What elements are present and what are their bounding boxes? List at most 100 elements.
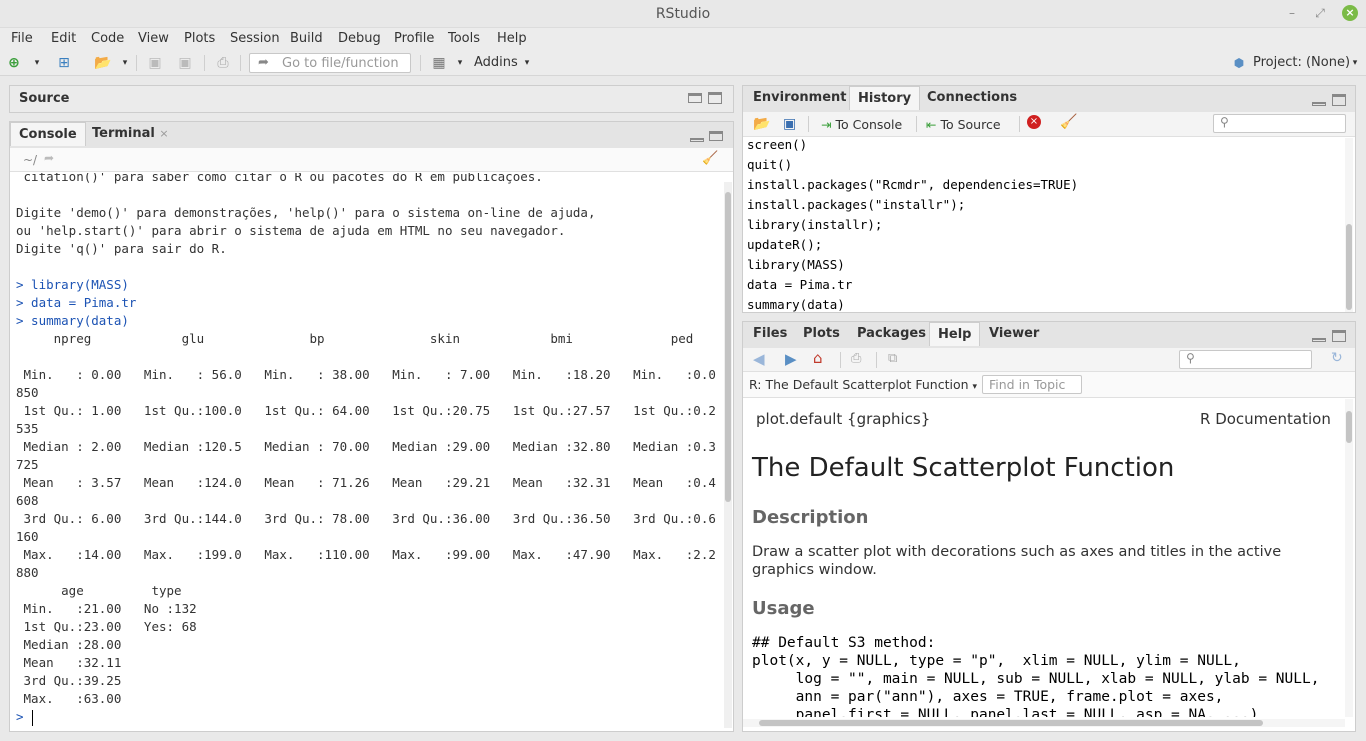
history-item[interactable]: updateR(); (747, 237, 822, 252)
console-scroll-thumb[interactable] (725, 192, 731, 502)
title-bar: RStudio – ⤢ × (0, 0, 1366, 28)
console-pane: Console Terminal × ~/ ➦ 🧹 citation()' pa… (9, 121, 734, 732)
delete-history-icon[interactable]: × (1027, 115, 1041, 129)
tab-terminal[interactable]: Terminal × (84, 122, 177, 146)
history-item[interactable]: install.packages("Rcmdr", dependencies=T… (747, 177, 1078, 192)
menu-edit[interactable]: Edit (51, 31, 76, 46)
save-icon[interactable]: ▣ (146, 54, 164, 72)
chevron-down-icon[interactable]: ▾ (451, 54, 469, 72)
maximize-pane-icon[interactable] (708, 92, 722, 104)
project-menu[interactable]: Project: (None) (1253, 55, 1350, 70)
tab-console[interactable]: Console (10, 122, 86, 146)
open-file-icon[interactable]: 📂 (94, 54, 112, 72)
goto-dir-icon[interactable]: ➦ (44, 151, 54, 165)
tab-viewer[interactable]: Viewer (981, 322, 1047, 346)
chevron-down-icon[interactable]: ▾ (28, 54, 46, 72)
restore-pane-icon[interactable] (709, 131, 723, 141)
tab-packages[interactable]: Packages (849, 322, 934, 346)
home-icon[interactable]: ⌂ (813, 349, 823, 367)
restore-icon[interactable]: ⤢ (1312, 5, 1328, 21)
menu-build[interactable]: Build (290, 31, 323, 46)
grid-layout-icon[interactable]: ▦ (430, 54, 448, 72)
maximize-pane-icon[interactable] (1332, 94, 1346, 106)
maximize-pane-icon[interactable] (1332, 330, 1346, 342)
goto-file-input[interactable]: ➦ Go to file/function (249, 53, 411, 73)
minimize-pane-icon[interactable] (1312, 338, 1326, 342)
save-history-icon[interactable]: ▣ (783, 116, 796, 132)
refresh-icon[interactable]: ↻ (1331, 350, 1343, 366)
find-in-topic-input[interactable]: Find in Topic (982, 375, 1082, 394)
load-history-icon[interactable]: 📂 (753, 116, 770, 132)
search-icon: ⚲ (1186, 351, 1195, 365)
history-item[interactable]: quit() (747, 157, 792, 172)
clear-console-icon[interactable]: 🧹 (702, 151, 718, 166)
tab-history[interactable]: History (849, 86, 921, 110)
history-scrollbar[interactable] (1345, 138, 1353, 312)
tab-help[interactable]: Help (929, 322, 981, 346)
print-icon[interactable]: ⎙ (214, 54, 232, 72)
help-v-scrollbar[interactable] (1345, 399, 1353, 717)
history-search-input[interactable]: ⚲ (1213, 114, 1346, 133)
addins-button[interactable]: Addins (474, 55, 518, 70)
print-icon[interactable]: ⎙ (851, 351, 861, 366)
console-line: age type (16, 583, 182, 598)
help-tabbar: Files Plots Packages Help Viewer (743, 322, 1355, 348)
restore-pane-icon[interactable] (688, 93, 702, 103)
tab-plots[interactable]: Plots (795, 322, 848, 346)
menu-session[interactable]: Session (230, 31, 280, 46)
console-line: Digite 'demo()' para demonstrações, 'hel… (16, 205, 596, 220)
tab-connections[interactable]: Connections (919, 86, 1025, 110)
tab-files[interactable]: Files (745, 322, 795, 346)
history-item[interactable]: summary(data) (747, 297, 845, 312)
to-source-button[interactable]: ⇤ To Source (926, 117, 1001, 132)
save-all-icon[interactable]: ▣ (176, 54, 194, 72)
help-h-scroll-thumb[interactable] (759, 720, 1263, 726)
console-tabbar: Console Terminal × (10, 122, 733, 148)
back-arrow-icon[interactable]: ◀ (753, 350, 765, 368)
history-item[interactable]: data = Pima.tr (747, 277, 852, 292)
open-window-icon[interactable]: ⧉ (888, 351, 897, 366)
toolbar-divider (916, 116, 917, 132)
minimize-pane-icon[interactable] (1312, 102, 1326, 106)
tab-environment[interactable]: Environment (745, 86, 855, 110)
new-project-icon[interactable]: ⊞ (55, 54, 73, 72)
chevron-down-icon[interactable]: ▾ (1346, 54, 1364, 72)
console-output[interactable]: citation()' para saber como citar o R ou… (10, 173, 722, 731)
menu-plots[interactable]: Plots (184, 31, 215, 46)
console-line: > summary(data) (16, 313, 129, 328)
text-cursor (32, 710, 33, 726)
new-file-icon[interactable]: ⊕ (5, 54, 23, 72)
history-item[interactable]: library(installr); (747, 217, 882, 232)
menu-code[interactable]: Code (91, 31, 124, 46)
help-search-input[interactable]: ⚲ (1179, 350, 1312, 369)
help-v-scroll-thumb[interactable] (1346, 411, 1352, 443)
menu-help[interactable]: Help (497, 31, 527, 46)
console-line: Digite 'q()' para sair do R. (16, 241, 227, 256)
to-console-button[interactable]: ⇥ To Console (821, 117, 902, 132)
topic-select[interactable]: R: The Default Scatterplot Function ▾ (749, 377, 977, 392)
history-scroll-thumb[interactable] (1346, 224, 1352, 310)
console-line: > library(MASS) (16, 277, 129, 292)
history-item[interactable]: install.packages("installr"); (747, 197, 965, 212)
menu-tools[interactable]: Tools (448, 31, 480, 46)
toolbar-divider (136, 55, 137, 71)
close-icon[interactable]: × (1342, 5, 1358, 21)
menu-profile[interactable]: Profile (394, 31, 434, 46)
minimize-icon[interactable]: – (1284, 5, 1300, 21)
close-tab-icon[interactable]: × (159, 127, 168, 140)
menu-file[interactable]: File (11, 31, 33, 46)
clear-history-icon[interactable]: 🧹 (1060, 114, 1077, 130)
help-usage-heading: Usage (752, 598, 815, 619)
menu-debug[interactable]: Debug (338, 31, 381, 46)
chevron-down-icon[interactable]: ▾ (116, 54, 134, 72)
chevron-down-icon[interactable]: ▾ (518, 54, 536, 72)
history-item[interactable]: library(MASS) (747, 257, 845, 272)
help-h-scrollbar[interactable] (743, 719, 1345, 727)
forward-arrow-icon[interactable]: ▶ (785, 350, 797, 368)
console-line: citation()' para saber como citar o R ou… (16, 173, 543, 184)
minimize-pane-icon[interactable] (690, 138, 704, 142)
history-item[interactable]: screen() (747, 137, 807, 152)
menu-view[interactable]: View (138, 31, 169, 46)
console-scrollbar[interactable] (724, 182, 732, 728)
usage-code-line: panel.first = NULL, panel.last = NULL, a… (752, 707, 1259, 717)
